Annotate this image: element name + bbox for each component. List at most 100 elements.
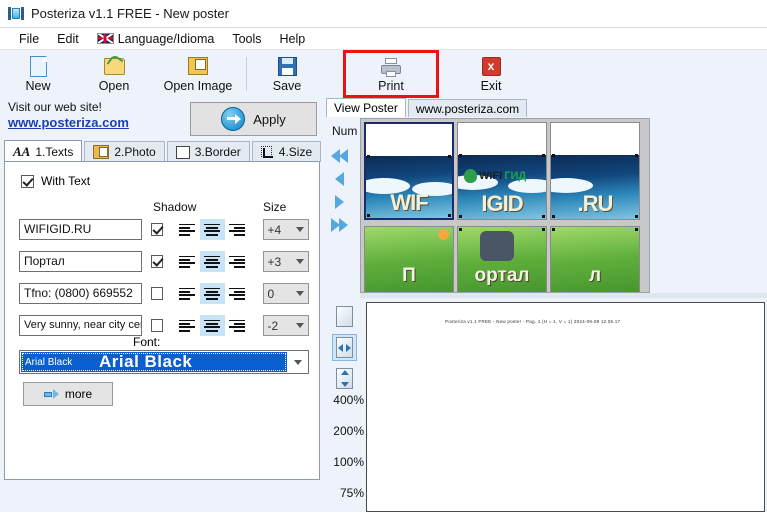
chevron-down-icon	[296, 227, 304, 232]
menu-edit[interactable]: Edit	[48, 30, 88, 48]
align-right-1[interactable]	[224, 219, 250, 240]
tab-size[interactable]: 4.Size	[251, 141, 322, 162]
zoom-75[interactable]: 75%	[328, 486, 364, 500]
thumbnail-tile[interactable]: WIFI ГИД IGID	[457, 122, 547, 220]
thumbnail-tile[interactable]: ортал fno: (0800) 6695	[457, 226, 547, 292]
align-group-4	[174, 315, 250, 336]
chevron-down-icon	[296, 291, 304, 296]
arrow-right-icon	[43, 388, 59, 400]
tab-texts[interactable]: AA 1.Texts	[4, 140, 83, 162]
poster-thumbnail-grid: WIF WIFI ГИД IGID .RU П ортал л	[360, 118, 650, 293]
tab-photo[interactable]: 2.Photo	[84, 141, 165, 162]
preview-zone: 400% 200% 100% 75% Posteriza v1.1 FREE -…	[324, 298, 767, 512]
text-input-1[interactable]: WIFIGID.RU	[19, 219, 142, 240]
thumbnail-tile[interactable]: П	[364, 226, 454, 292]
thumbnail-text: .RU	[577, 191, 614, 216]
shadow-checkbox-1[interactable]	[150, 223, 163, 236]
align-group-2	[174, 251, 250, 272]
website-link[interactable]: www.posteriza.com	[8, 115, 129, 130]
align-left-2[interactable]	[174, 251, 200, 272]
exit-button[interactable]: x Exit	[453, 51, 529, 97]
text-input-3[interactable]: Tfno: (0800) 669552	[19, 283, 142, 304]
font-name-small: Arial Black	[25, 356, 73, 368]
text-row: Tfno: (0800) 669552 0	[19, 281, 309, 306]
save-button[interactable]: Save	[249, 51, 325, 97]
size-select-1[interactable]: +4	[262, 219, 309, 240]
font-select[interactable]: Arial Black Arial Black	[19, 350, 309, 374]
with-text-checkbox[interactable]	[21, 174, 34, 188]
shadow-checkbox-4[interactable]	[150, 319, 163, 332]
size-select-4[interactable]: -2	[262, 315, 309, 336]
more-button-label: more	[64, 387, 93, 401]
menu-tools[interactable]: Tools	[223, 30, 270, 48]
thumbnail-tile[interactable]: л 52	[550, 226, 640, 292]
open-button[interactable]: Open	[76, 51, 152, 97]
text-input-4[interactable]: Very sunny, near city center	[19, 315, 142, 336]
more-button[interactable]: more	[23, 382, 113, 406]
print-button[interactable]: Print	[343, 50, 439, 98]
size-value-4: -2	[267, 318, 279, 333]
text-input-2[interactable]: Портал	[19, 251, 142, 272]
size-select-3[interactable]: 0	[262, 283, 309, 304]
tab-border[interactable]: 3.Border	[166, 141, 250, 162]
menu-file[interactable]: File	[10, 30, 48, 48]
align-left-3[interactable]	[174, 283, 200, 304]
open-image-button[interactable]: Open Image	[152, 51, 244, 97]
shadow-checkbox-2[interactable]	[150, 255, 163, 268]
poster-preview-sheet[interactable]: Posteriza v1.1 FREE - New poster - Pag. …	[366, 302, 765, 512]
shadow-checkbox-3[interactable]	[150, 287, 163, 300]
align-center-4[interactable]	[199, 315, 225, 336]
menu-language-label: Language/Idioma	[117, 31, 215, 46]
left-panel: Visit our web site! www.posteriza.com Ap…	[0, 98, 324, 512]
thumbnail-row: П ортал fno: (0800) 6695 л	[361, 223, 649, 292]
with-text-row[interactable]: With Text	[21, 174, 90, 188]
align-right-3[interactable]	[224, 283, 250, 304]
tab-view-poster[interactable]: View Poster	[326, 98, 406, 117]
tab-border-label: 3.Border	[194, 145, 241, 159]
align-center-1[interactable]	[199, 219, 225, 240]
apply-button-label: Apply	[253, 111, 286, 127]
text-row: Very sunny, near city center -2	[19, 313, 309, 338]
fit-width-button[interactable]	[332, 334, 357, 361]
thumbnail-text: IGID	[481, 191, 523, 216]
thumbnail-tile[interactable]: WIF	[364, 122, 454, 220]
align-center-2[interactable]	[199, 251, 225, 272]
align-left-1[interactable]	[174, 219, 200, 240]
zoom-100[interactable]: 100%	[328, 455, 364, 469]
open-image-icon	[188, 55, 208, 77]
nav-next-icon[interactable]	[331, 194, 355, 210]
align-right-4[interactable]	[224, 315, 250, 336]
exit-button-label: Exit	[480, 79, 502, 93]
size-select-2[interactable]: +3	[262, 251, 309, 272]
open-button-label: Open	[98, 79, 130, 93]
align-left-4[interactable]	[174, 315, 200, 336]
thumbnail-tile[interactable]: .RU	[550, 122, 640, 220]
nav-first-icon[interactable]	[331, 148, 355, 164]
thumbnail-text: ортал	[474, 265, 530, 286]
fit-height-button[interactable]	[332, 365, 357, 392]
menu-help[interactable]: Help	[271, 30, 315, 48]
new-button[interactable]: New	[0, 51, 76, 97]
zoom-400[interactable]: 400%	[328, 393, 364, 407]
align-group-1	[174, 219, 250, 240]
align-center-3[interactable]	[199, 283, 225, 304]
tab-photo-label: 2.Photo	[114, 145, 156, 159]
zoom-200[interactable]: 200%	[328, 424, 364, 438]
photo-icon	[93, 145, 110, 159]
apply-arrow-icon	[221, 107, 246, 131]
size-value-1: +4	[267, 222, 282, 237]
nav-prev-icon[interactable]	[331, 171, 355, 187]
menu-language[interactable]: Language/Idioma	[88, 30, 224, 48]
shield-icon	[464, 169, 477, 183]
exit-x-icon: x	[481, 55, 501, 77]
right-tab-strip: View Poster www.posteriza.com	[326, 98, 529, 117]
toolbar-divider	[246, 57, 247, 91]
printer-icon	[381, 55, 401, 77]
apply-button[interactable]: Apply	[190, 102, 317, 136]
nav-last-icon[interactable]	[331, 217, 355, 233]
left-tab-strip: AA 1.Texts 2.Photo 3.Border 4.Size	[4, 140, 322, 162]
align-right-2[interactable]	[224, 251, 250, 272]
fit-page-button[interactable]	[332, 303, 357, 330]
save-button-label: Save	[272, 79, 302, 93]
tab-posteriza-site[interactable]: www.posteriza.com	[407, 99, 528, 117]
